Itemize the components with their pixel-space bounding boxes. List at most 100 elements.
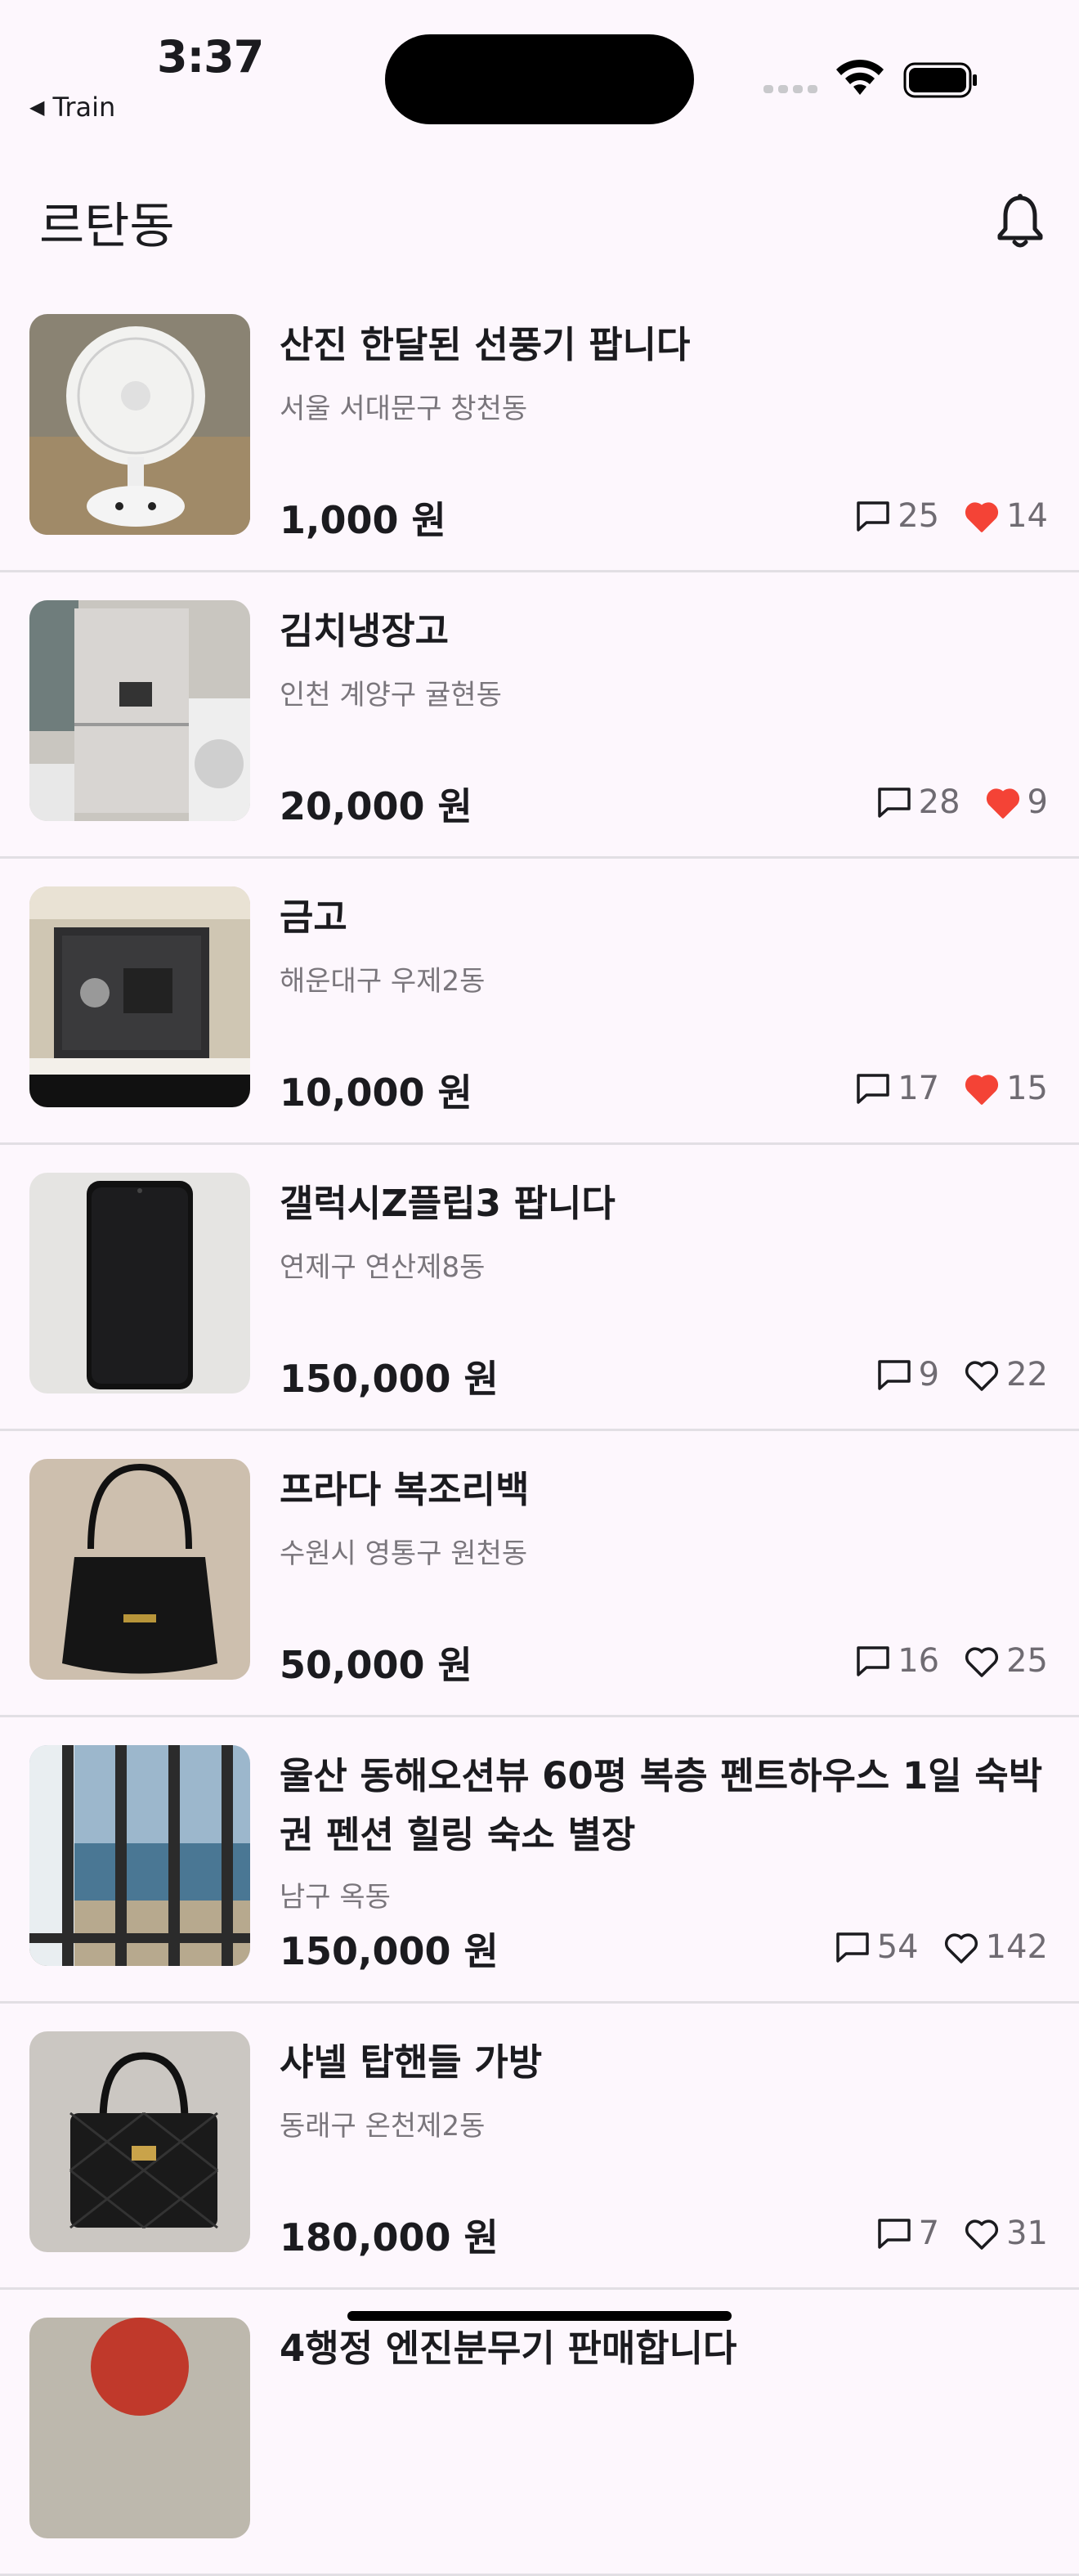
item-price: 10,000 원: [280, 1070, 472, 1115]
heart-outline-icon[interactable]: [964, 1358, 1000, 1391]
like-count-value: 25: [1006, 1642, 1048, 1680]
comment-icon: [855, 500, 891, 532]
item-location: 인천 계양구 귤현동: [280, 679, 502, 711]
item-location: 서울 서대문구 창천동: [280, 393, 528, 425]
comment-icon: [876, 2217, 912, 2250]
wifi-icon: [836, 59, 884, 95]
item-location: 해운대구 우제2동: [280, 965, 486, 998]
list-item[interactable]: 금고 해운대구 우제2동 10,000 원 17 15: [0, 859, 1079, 1145]
comment-icon: [855, 1645, 891, 1677]
like-count-value: 9: [1027, 783, 1048, 821]
like-count-value: 31: [1006, 2215, 1048, 2252]
product-list: 산진 한달된 선풍기 팝니다 서울 서대문구 창천동 1,000 원 25 14…: [0, 286, 1079, 2576]
item-price: 1,000 원: [280, 498, 446, 542]
comment-count: 9: [876, 1356, 939, 1393]
item-thumbnail[interactable]: [29, 314, 250, 535]
item-stats: 16 25: [831, 1642, 1048, 1680]
item-title: 갤럭시Z플립3 팝니다: [280, 1182, 616, 1225]
like-count-value: 15: [1006, 1070, 1048, 1107]
item-price: 180,000 원: [280, 2215, 499, 2260]
comment-count: 54: [835, 1928, 919, 1966]
like-count-value: 142: [985, 1928, 1048, 1966]
item-price: 50,000 원: [280, 1643, 472, 1687]
comment-count: 25: [855, 497, 939, 535]
comment-icon: [876, 1358, 912, 1391]
app-bar: 르탄동: [0, 164, 1079, 270]
list-item[interactable]: 4행정 엔진분무기 판매합니다: [0, 2290, 1079, 2576]
comment-count: 16: [855, 1642, 939, 1680]
comment-count-value: 17: [898, 1070, 940, 1107]
like-count-value: 14: [1006, 497, 1048, 535]
item-title: 프라다 복조리백: [280, 1468, 530, 1511]
item-location: 수원시 영통구 원천동: [280, 1537, 528, 1570]
bell-icon[interactable]: [996, 193, 1045, 250]
comment-count: 28: [876, 783, 960, 821]
like-count[interactable]: 9: [985, 783, 1048, 821]
comment-count-value: 7: [918, 2215, 940, 2252]
comment-count: 7: [876, 2215, 939, 2252]
heart-outline-icon[interactable]: [943, 1931, 979, 1963]
item-price: 20,000 원: [280, 784, 472, 828]
item-thumbnail[interactable]: [29, 886, 250, 1107]
like-count[interactable]: 142: [943, 1928, 1048, 1966]
item-stats: 25 14: [831, 497, 1048, 535]
dynamic-island: [385, 34, 694, 124]
comment-icon: [855, 1072, 891, 1105]
like-count[interactable]: 14: [964, 497, 1048, 535]
list-item[interactable]: 갤럭시Z플립3 팝니다 연제구 연산제8동 150,000 원 9 22: [0, 1145, 1079, 1431]
item-title: 산진 한달된 선풍기 팝니다: [280, 323, 691, 366]
heart-outline-icon[interactable]: [964, 2217, 1000, 2250]
item-thumbnail[interactable]: [29, 2031, 250, 2252]
item-title: 금고: [280, 895, 347, 939]
item-thumbnail[interactable]: [29, 1459, 250, 1680]
list-item[interactable]: 프라다 복조리백 수원시 영통구 원천동 50,000 원 16 25: [0, 1431, 1079, 1717]
heart-filled-icon[interactable]: [985, 786, 1021, 819]
item-stats: 17 15: [831, 1070, 1048, 1107]
item-thumbnail[interactable]: [29, 2318, 250, 2538]
comment-count-value: 25: [898, 497, 940, 535]
comment-count-value: 28: [918, 783, 960, 821]
like-count[interactable]: 22: [964, 1356, 1048, 1393]
item-title: 울산 동해오션뷰 60평 복층 펜트하우스 1일 숙박권 펜션 힐링 숙소 별장: [280, 1754, 1043, 1856]
back-triangle-icon: ◀: [29, 96, 45, 119]
item-stats: 9 22: [852, 1356, 1048, 1393]
comment-count-value: 54: [876, 1928, 919, 1966]
heart-outline-icon[interactable]: [964, 1645, 1000, 1677]
like-count[interactable]: 25: [964, 1642, 1048, 1680]
heart-filled-icon[interactable]: [964, 500, 1000, 532]
item-title: 4행정 엔진분무기 판매합니다: [280, 2327, 737, 2370]
back-app-label: Train: [52, 92, 116, 123]
comment-count-value: 9: [918, 1356, 940, 1393]
item-location: 남구 옥동: [280, 1881, 391, 1914]
item-price: 150,000 원: [280, 1357, 499, 1401]
back-to-app-link[interactable]: ◀ Train: [29, 92, 115, 123]
item-thumbnail[interactable]: [29, 1173, 250, 1393]
like-count[interactable]: 31: [964, 2215, 1048, 2252]
heart-filled-icon[interactable]: [964, 1072, 1000, 1105]
list-item[interactable]: 샤넬 탑핸들 가방 동래구 온천제2동 180,000 원 7 31: [0, 2004, 1079, 2290]
item-title: 김치냉장고: [280, 609, 450, 653]
battery-icon: [903, 62, 977, 98]
item-title: 샤넬 탑핸들 가방: [280, 2040, 543, 2084]
list-item[interactable]: 산진 한달된 선풍기 팝니다 서울 서대문구 창천동 1,000 원 25 14: [0, 286, 1079, 572]
item-thumbnail[interactable]: [29, 600, 250, 821]
cellular-signal-icon: [763, 85, 817, 93]
item-stats: 7 31: [852, 2215, 1048, 2252]
comment-count: 17: [855, 1070, 939, 1107]
like-count[interactable]: 15: [964, 1070, 1048, 1107]
list-item[interactable]: 울산 동해오션뷰 60평 복층 펜트하우스 1일 숙박권 펜션 힐링 숙소 별장…: [0, 1717, 1079, 2004]
page-title: 르탄동: [39, 198, 175, 255]
list-item[interactable]: 김치냉장고 인천 계양구 귤현동 20,000 원 28 9: [0, 572, 1079, 859]
status-time: 3:37: [157, 31, 264, 83]
home-indicator: [347, 2311, 732, 2321]
item-stats: 54 142: [810, 1928, 1048, 1966]
item-thumbnail[interactable]: [29, 1745, 250, 1966]
item-location: 연제구 연산제8동: [280, 1251, 486, 1284]
comment-icon: [835, 1931, 871, 1963]
item-stats: 28 9: [852, 783, 1048, 821]
item-location: 동래구 온천제2동: [280, 2110, 486, 2143]
comment-count-value: 16: [898, 1642, 940, 1680]
item-price: 150,000 원: [280, 1929, 499, 1973]
like-count-value: 22: [1006, 1356, 1048, 1393]
status-bar: 3:37 ◀ Train: [0, 0, 1079, 139]
